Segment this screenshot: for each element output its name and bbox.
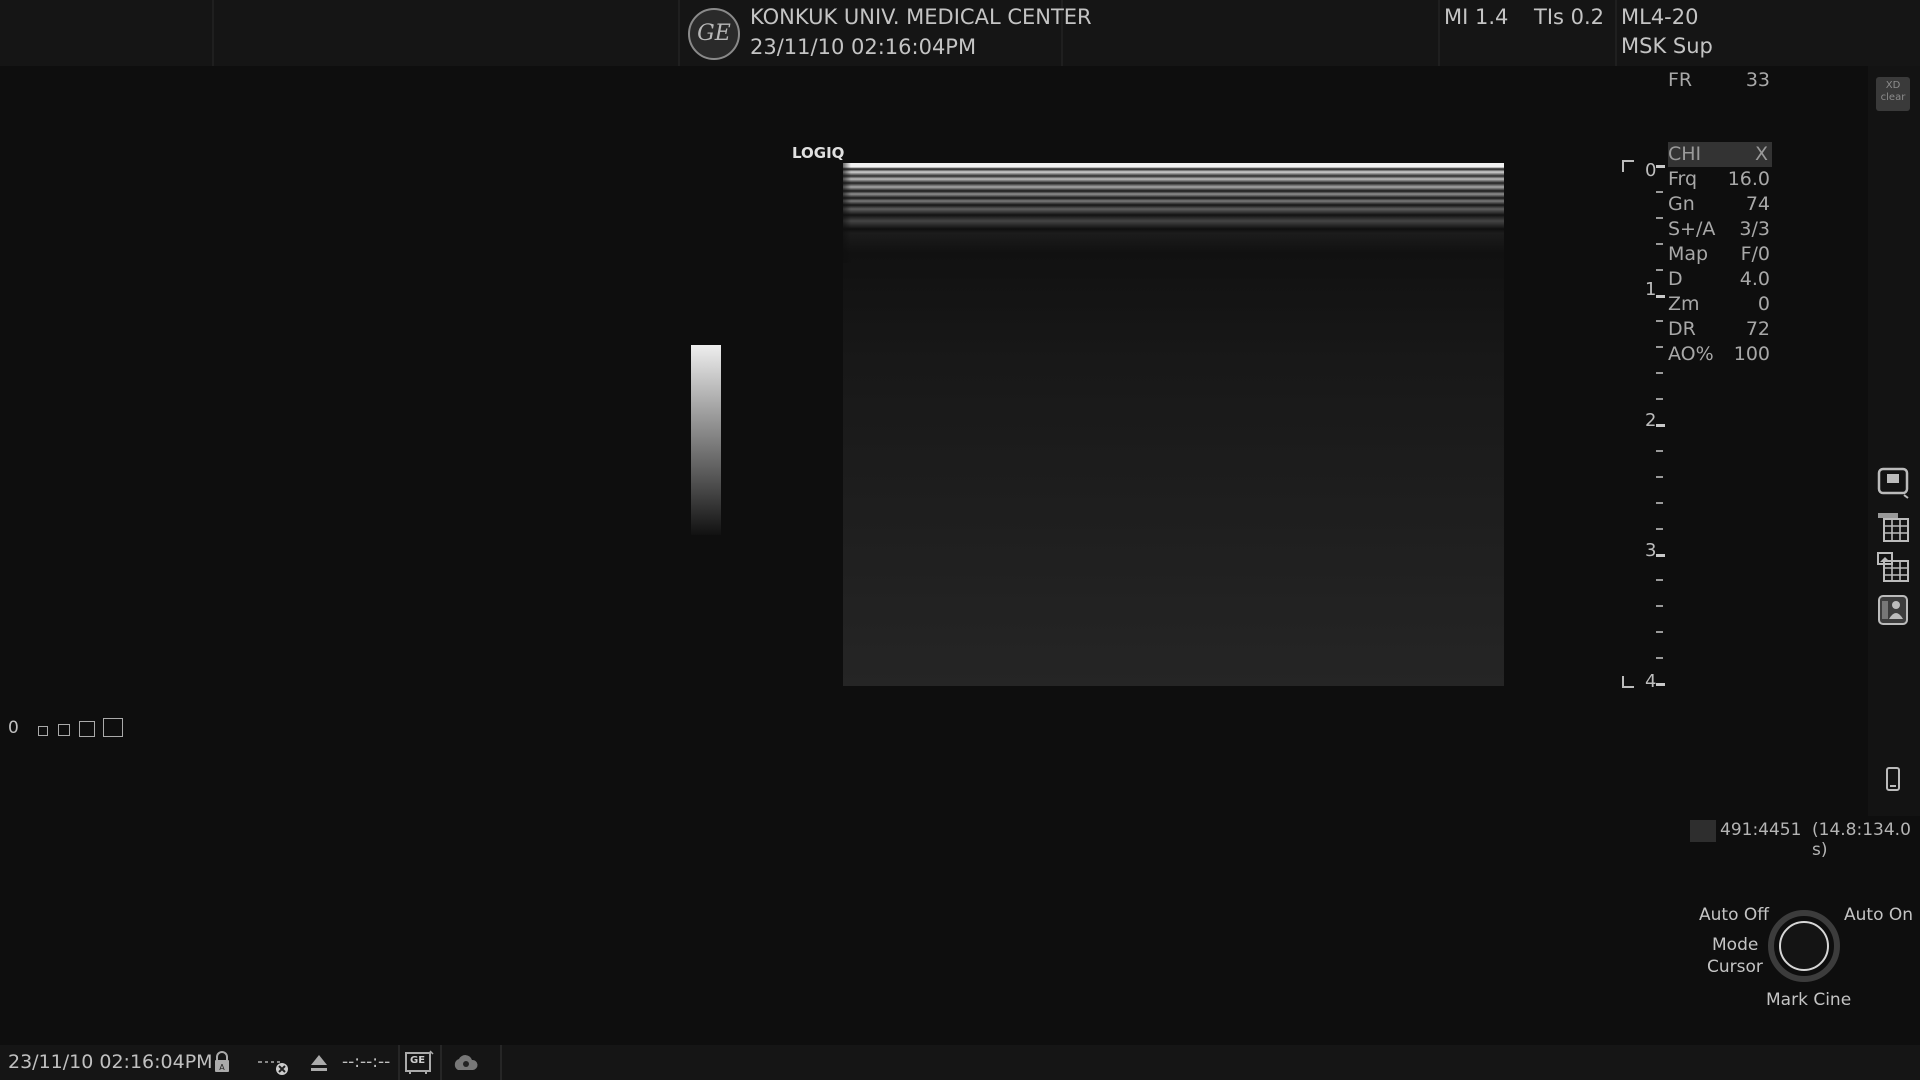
status-divider [398,1045,400,1080]
mode-label[interactable]: Mode [1712,935,1758,955]
grayscale-map-bar [691,345,721,535]
depth-minor-tick [1656,450,1663,452]
ge-device-icon[interactable]: GE [404,1050,434,1074]
depth-minor-tick [1656,657,1663,659]
depth-major-tick [1656,683,1665,686]
cine-indicator-box [1690,820,1716,842]
probe-name: ML4-20 [1621,5,1699,29]
rotary-knob[interactable] [1779,921,1829,971]
zoom-box-1 [38,726,48,736]
cine-time: (14.8:134.0 s) [1812,820,1911,860]
depth-major-tick [1656,424,1665,427]
cloud-icon[interactable] [452,1052,480,1074]
patient-icon[interactable] [1876,593,1910,627]
side-icon-strip [1868,66,1920,816]
institution-name: KONKUK UNIV. MEDICAL CENTER [750,5,1092,29]
param-fr: FR 33 [1668,69,1770,91]
lock-icon[interactable]: A [212,1050,232,1074]
depth-minor-tick [1656,398,1663,400]
status-timer: --:--:-- [342,1052,391,1072]
status-datetime: 23/11/10 02:16:04PM [8,1051,213,1073]
param-gain: Gn 74 [1668,193,1770,215]
depth-label-1: 1 [1645,279,1657,300]
depth-minor-tick [1656,217,1663,219]
zoom-box-4 [103,718,123,737]
auto-on-label[interactable]: Auto On [1844,905,1913,925]
header-datetime: 23/11/10 02:16:04PM [750,35,977,59]
zoom-box-3 [79,721,95,737]
depth-label-0: 0 [1645,160,1657,181]
param-frq: Frq 16.0 [1668,168,1770,190]
worksheet-table-icon[interactable] [1876,511,1910,545]
status-divider [500,1045,502,1080]
logiq-label: LOGIQ [792,144,845,162]
zoom-box-2 [58,724,70,736]
cine-frame-count: 491:4451 [1720,820,1802,840]
depth-minor-tick [1656,605,1663,607]
status-divider [440,1045,442,1080]
svg-text:A: A [219,1063,225,1072]
param-s-a: S+/A 3/3 [1668,218,1770,240]
zoom-level-label: 0 [8,718,19,738]
param-map: Map F/0 [1668,243,1770,265]
depth-major-tick [1656,165,1665,168]
depth-label-2: 2 [1645,410,1657,431]
header-divider [678,0,680,66]
depth-bracket-bottom [1622,676,1634,688]
depth-minor-tick [1656,631,1663,633]
depth-major-tick [1656,554,1665,557]
xd-clear-button[interactable]: XD clear [1876,77,1910,111]
image-edge-shade [843,163,851,263]
param-depth: D 4.0 [1668,268,1770,290]
cursor-label[interactable]: Cursor [1707,957,1763,977]
depth-major-tick [1656,295,1665,298]
depth-minor-tick [1656,346,1663,348]
param-chi[interactable]: CHI X [1668,142,1772,167]
depth-minor-tick [1656,320,1663,322]
ge-badge-text: GE [410,1055,426,1066]
depth-minor-tick [1656,528,1663,530]
monitor-icon[interactable] [1876,466,1910,500]
mechanical-index: MI 1.4 [1444,5,1509,29]
depth-minor-tick [1656,191,1663,193]
depth-minor-tick [1656,372,1663,374]
depth-minor-tick [1656,476,1663,478]
ge-logo: GE [688,8,740,60]
thermal-index: TIs 0.2 [1534,5,1605,29]
param-ao: AO% 100 [1668,343,1770,365]
clear-label: clear [1880,92,1906,103]
depth-label-4: 4 [1645,671,1657,692]
header-divider [212,0,214,66]
ultrasound-image[interactable] [843,163,1504,686]
param-dynamic-range: DR 72 [1668,318,1770,340]
header-divider [1615,0,1617,66]
network-disconnected-icon[interactable] [256,1052,290,1076]
preset-name: MSK Sup [1621,34,1713,58]
mark-cine-label[interactable]: Mark Cine [1766,990,1851,1010]
eject-icon[interactable] [310,1053,328,1073]
header-divider [1438,0,1440,66]
depth-bracket-top [1622,160,1634,172]
mobile-device-icon[interactable] [1876,763,1910,797]
depth-label-3: 3 [1645,540,1657,561]
auto-off-label[interactable]: Auto Off [1699,905,1769,925]
depth-minor-tick [1656,243,1663,245]
depth-minor-tick [1656,502,1663,504]
image-table-icon[interactable] [1876,551,1910,585]
depth-minor-tick [1656,269,1663,271]
xd-label: XD [1885,80,1901,91]
param-zoom: Zm 0 [1668,293,1770,315]
depth-minor-tick [1656,579,1663,581]
